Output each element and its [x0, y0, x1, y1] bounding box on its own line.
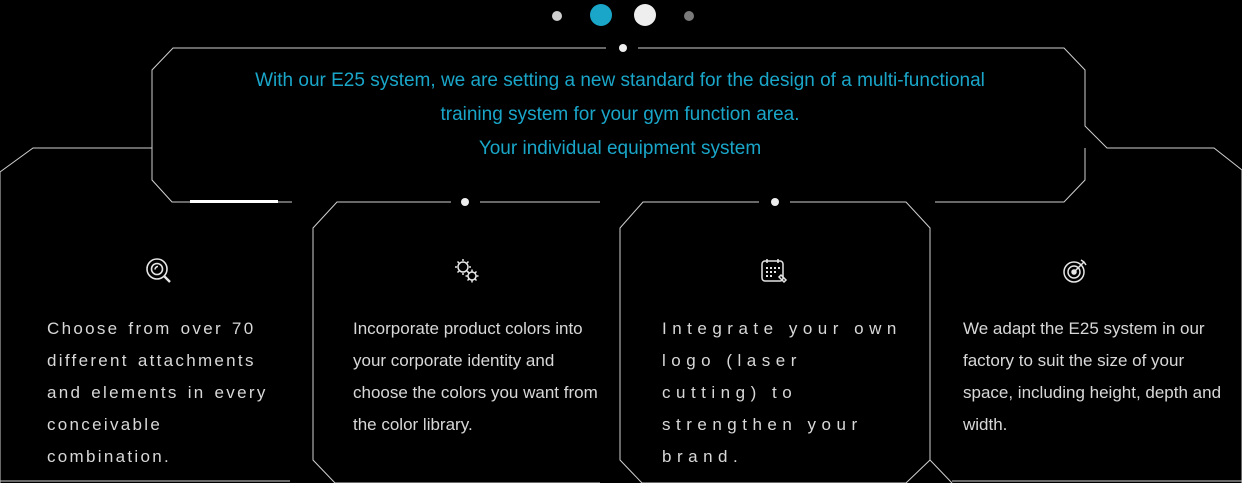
carousel-pagination	[0, 0, 1242, 40]
card-1-text: Choose from over 70 different attachment…	[47, 319, 268, 466]
hero-text: With our E25 system, we are setting a ne…	[180, 64, 1060, 166]
carousel-dot-4[interactable]	[684, 11, 694, 21]
highlight-bar	[190, 200, 278, 203]
calendar-icon	[759, 256, 789, 286]
hero-line-2: training system for your gym function ar…	[440, 104, 800, 125]
card-2-text: Incorporate product colors into your cor…	[353, 319, 598, 434]
carousel-dot-1[interactable]	[552, 11, 562, 21]
frame-dot-card3	[771, 198, 779, 206]
card-3-text: Integrate your own logo (laser cutting) …	[662, 319, 902, 466]
target-icon	[1060, 256, 1090, 286]
hero-line-3: Your individual equipment system	[478, 138, 762, 159]
card-4-text: We adapt the E25 system in our factory t…	[963, 319, 1222, 434]
carousel-dot-2-active[interactable]	[590, 4, 612, 26]
frame-dot-card2	[461, 198, 469, 206]
gears-icon	[452, 256, 482, 286]
search-icon	[144, 256, 174, 286]
hero-line-1: With our E25 system, we are setting a ne…	[255, 70, 985, 91]
frame-dot-top	[619, 44, 627, 52]
carousel-dot-3[interactable]	[634, 4, 656, 26]
